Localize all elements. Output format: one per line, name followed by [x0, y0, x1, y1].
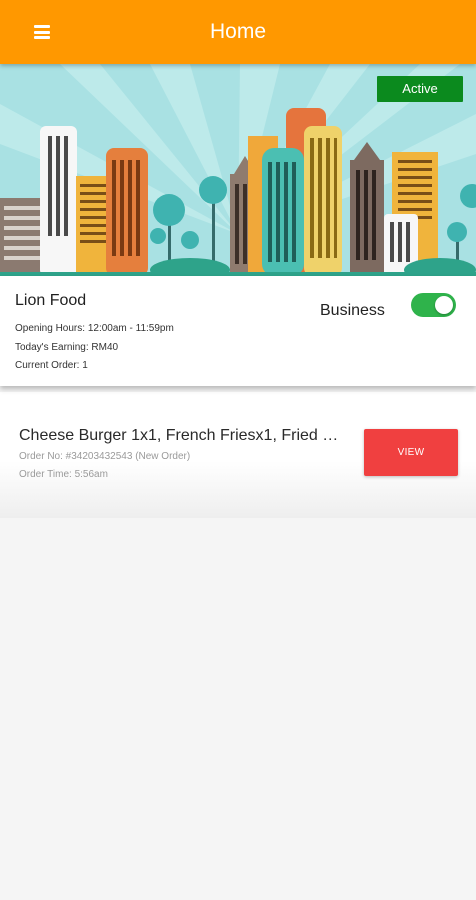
business-label: Business: [320, 302, 385, 319]
business-toggle[interactable]: [411, 293, 456, 317]
page-title: Home: [209, 20, 267, 43]
toggle-knob: [435, 296, 453, 314]
opening-hours: Opening Hours: 12:00am - 11:59pm: [15, 323, 174, 334]
current-order-count: Current Order: 1: [15, 360, 88, 371]
todays-earning: Today's Earning: RM40: [15, 342, 119, 353]
app-bar: Home: [0, 0, 476, 64]
store-name: Lion Food: [15, 292, 87, 309]
view-order-button[interactable]: VIEW: [364, 429, 458, 476]
store-info-card: Lion Food Opening Hours: 12:00am - 11:59…: [0, 276, 476, 386]
order-number: Order No: #34203432543 (New Order): [19, 451, 191, 462]
order-items: Cheese Burger 1x1, French Friesx1, Fried…: [19, 427, 339, 444]
order-time: Order Time: 5:56am: [19, 469, 108, 480]
status-badge: Active: [377, 76, 463, 102]
